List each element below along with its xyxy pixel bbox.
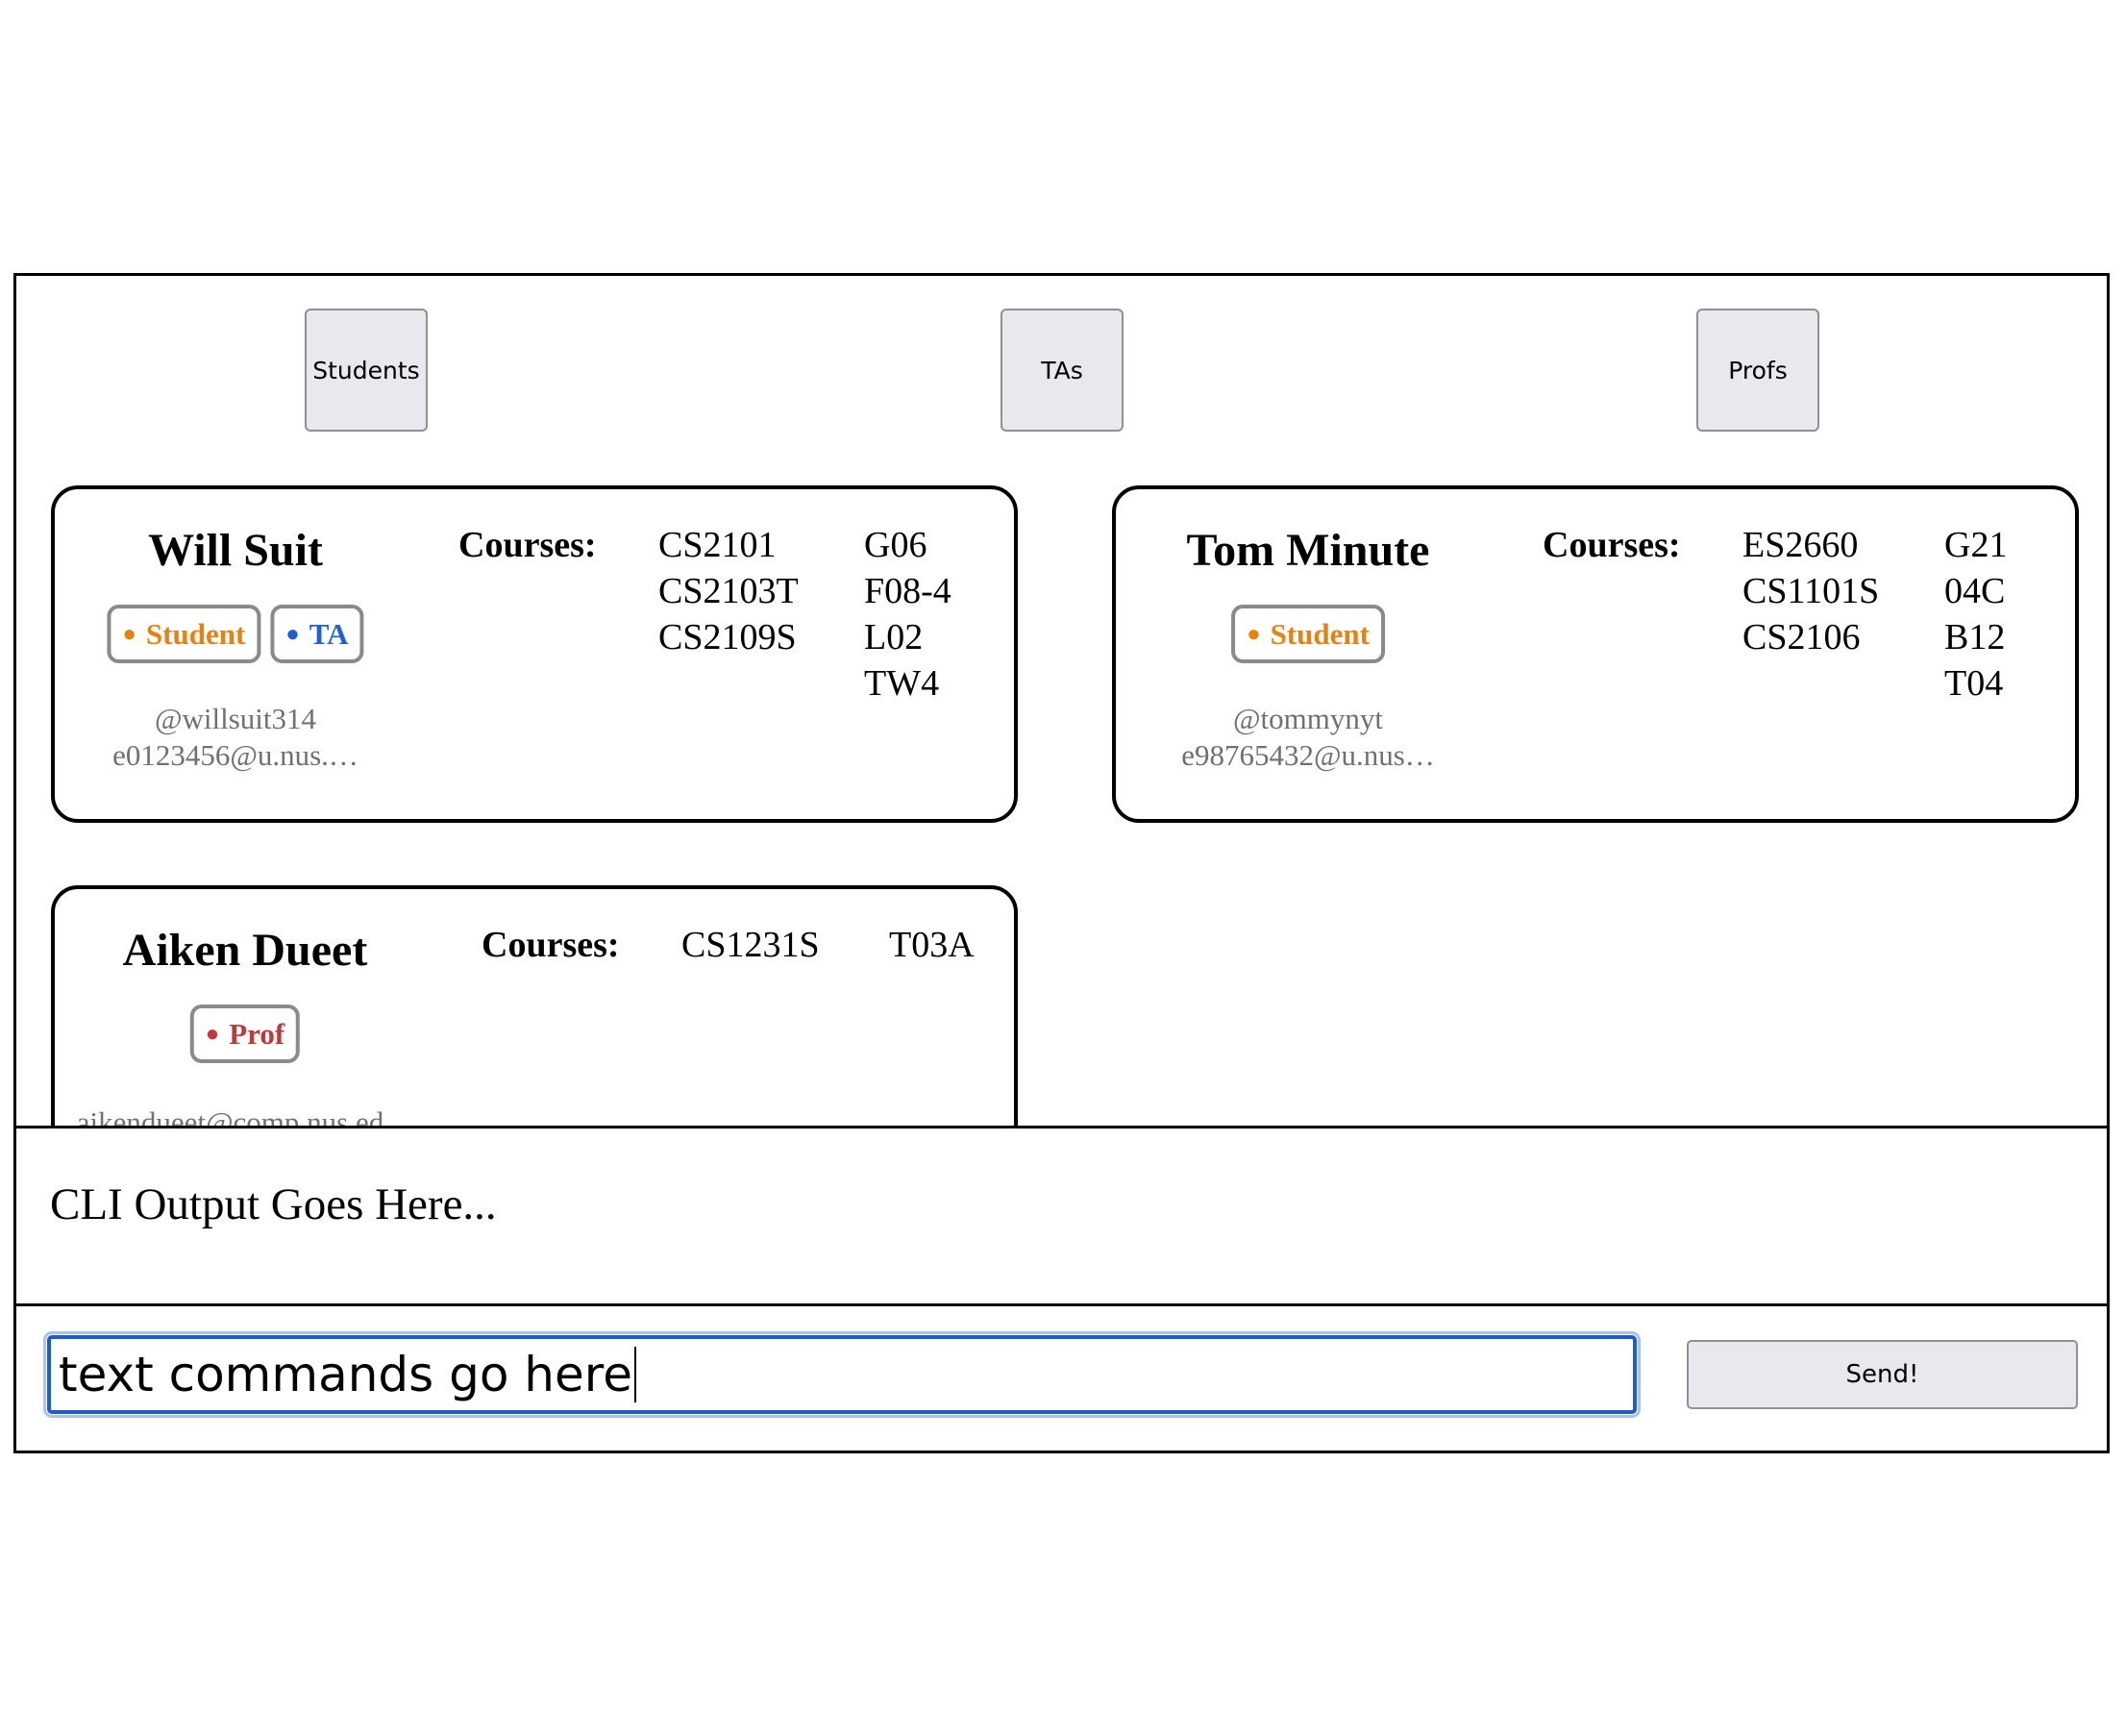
course-code: ES2660 bbox=[1742, 525, 1859, 565]
course-groups: G21 04C B12 T04 bbox=[1944, 522, 2007, 707]
filter-students-button[interactable]: Students bbox=[305, 309, 428, 432]
role-badge-student: ● Student bbox=[107, 605, 261, 663]
course-groups: T03A bbox=[889, 922, 975, 968]
course-code: CS2101 bbox=[658, 525, 777, 565]
username: @tommynyt bbox=[1233, 702, 1383, 735]
role-badge-ta: ● TA bbox=[270, 605, 364, 663]
course-group: 04C bbox=[1944, 571, 2006, 611]
role-label: Prof bbox=[229, 1016, 285, 1051]
course-group: B12 bbox=[1944, 617, 2006, 657]
role-badges: ● Student ● TA bbox=[107, 605, 364, 663]
email: e98765432@u.nus… bbox=[1181, 738, 1435, 772]
course-groups: G06 F08-4 L02 TW4 bbox=[864, 522, 951, 707]
course-group: F08-4 bbox=[864, 571, 951, 611]
username: @willsuit314 bbox=[154, 702, 317, 735]
role-badges: ● Student bbox=[1231, 605, 1385, 663]
courses-label: Courses: bbox=[1543, 525, 1681, 565]
role-label: Student bbox=[1270, 616, 1370, 651]
dot-icon: ● bbox=[1247, 621, 1261, 647]
person-name: Tom Minute bbox=[1186, 525, 1430, 576]
course-codes: CS2101 CS2103T CS2109S bbox=[658, 522, 799, 660]
dot-icon: ● bbox=[205, 1021, 220, 1047]
app-window: Students TAs Profs Will Suit ● Student ●… bbox=[13, 273, 2110, 1453]
email: e0123456@u.nus.… bbox=[112, 738, 358, 772]
role-badge-student: ● Student bbox=[1231, 605, 1385, 663]
text-caret bbox=[633, 1347, 636, 1402]
role-label: Student bbox=[145, 616, 246, 651]
cli-output-text: CLI Output Goes Here... bbox=[50, 1179, 497, 1229]
course-code: CS2103T bbox=[658, 571, 799, 611]
courses-label: Courses: bbox=[458, 525, 597, 565]
course-code: CS2109S bbox=[658, 617, 797, 657]
course-code: CS1231S bbox=[681, 925, 820, 965]
course-group: T03A bbox=[889, 925, 975, 965]
course-codes: ES2660 CS1101S CS2106 bbox=[1742, 522, 1879, 660]
dot-icon: ● bbox=[285, 621, 300, 647]
course-group: T04 bbox=[1944, 663, 2004, 704]
role-badges: ● Prof bbox=[189, 1004, 301, 1063]
role-badge-prof: ● Prof bbox=[189, 1004, 301, 1063]
course-code: CS2106 bbox=[1742, 617, 1861, 657]
role-label: TA bbox=[309, 616, 349, 651]
command-input[interactable]: text commands go here bbox=[43, 1331, 1641, 1418]
send-button[interactable]: Send! bbox=[1687, 1340, 2078, 1409]
dot-icon: ● bbox=[122, 621, 136, 647]
course-group: G06 bbox=[864, 525, 927, 565]
course-code: CS1101S bbox=[1742, 571, 1880, 611]
person-card[interactable]: Tom Minute ● Student @tommynyt e98765432… bbox=[1112, 485, 2079, 823]
person-name: Will Suit bbox=[148, 525, 323, 576]
filter-tas-button[interactable]: TAs bbox=[1001, 309, 1124, 432]
course-group: G21 bbox=[1944, 525, 2008, 565]
filter-profs-button[interactable]: Profs bbox=[1696, 309, 1819, 432]
command-input-value: text commands go here bbox=[59, 1347, 632, 1402]
cli-output-panel: CLI Output Goes Here... bbox=[16, 1126, 2107, 1306]
course-codes: CS1231S bbox=[681, 922, 820, 968]
courses-label: Courses: bbox=[482, 925, 620, 965]
course-group: L02 bbox=[864, 617, 924, 657]
course-group: TW4 bbox=[864, 663, 940, 704]
person-name: Aiken Dueet bbox=[122, 925, 368, 976]
person-card[interactable]: Will Suit ● Student ● TA @willsuit314 e0… bbox=[51, 485, 1018, 823]
